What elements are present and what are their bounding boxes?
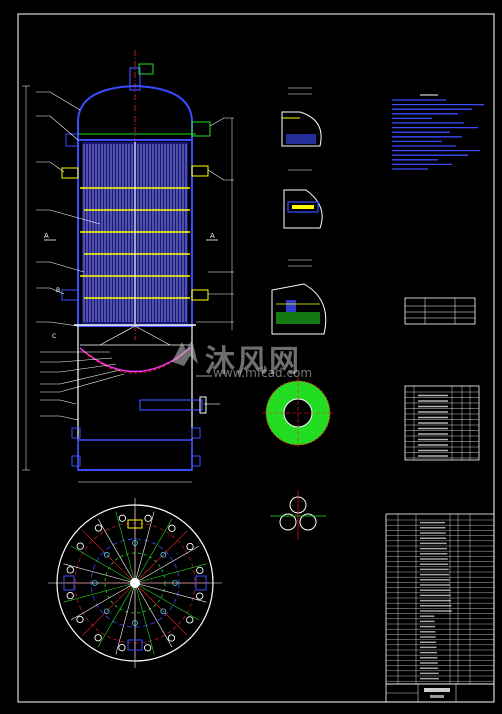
plan-ray xyxy=(97,582,136,648)
detail-3-outline xyxy=(271,283,327,335)
nozzle-left-top xyxy=(65,133,79,147)
nozzle-right-lower xyxy=(191,289,209,301)
nozzle-left-upper xyxy=(61,167,79,179)
plan-ray xyxy=(134,530,188,584)
plan-ray xyxy=(134,545,200,584)
bolt-hole xyxy=(76,542,84,550)
plan-ray xyxy=(70,582,136,621)
plan-ray xyxy=(134,582,173,648)
section-mark-b: B xyxy=(56,287,60,294)
bolt-hole xyxy=(186,616,194,624)
bolt-hole xyxy=(66,566,74,574)
plan-ray xyxy=(82,582,136,636)
bolt-hole xyxy=(94,524,103,532)
nozzle-right-bottom xyxy=(191,427,201,439)
parts-list xyxy=(385,513,495,685)
detail-3-plate xyxy=(276,312,320,324)
bolt-hole xyxy=(196,566,204,575)
support-strut-left xyxy=(99,325,136,346)
nozzle-left-bottom xyxy=(71,427,81,439)
tubesheet-plan xyxy=(48,498,222,668)
plan-ray xyxy=(134,582,188,636)
bolt-hole xyxy=(118,514,127,522)
section-mark-right-a: A xyxy=(210,232,215,240)
drain-right xyxy=(191,455,201,467)
watermark-logo xyxy=(172,340,198,366)
tube-pitch-circle-left xyxy=(279,513,297,531)
bolt-hole xyxy=(76,615,84,624)
bolt-hole xyxy=(143,644,152,652)
bolt-hole xyxy=(118,644,126,652)
bolt-hole xyxy=(94,634,102,642)
section-mark-c: C xyxy=(52,333,56,340)
section-mark-left-a: A xyxy=(44,232,49,240)
bolt-hole xyxy=(66,591,74,600)
detail-1-weld xyxy=(286,134,316,144)
plan-ray xyxy=(82,530,136,584)
plan-ray xyxy=(134,518,173,584)
detail-3-weld xyxy=(286,300,296,312)
nozzle-table xyxy=(404,385,480,461)
title-block xyxy=(385,683,495,703)
bolt-hole xyxy=(196,592,204,600)
watermark-url: www.mfcad.com xyxy=(213,366,313,380)
bolt-hole xyxy=(186,542,194,551)
plan-ray xyxy=(70,545,136,584)
drain-left xyxy=(71,455,81,467)
tube-pitch-circle-right xyxy=(299,513,317,531)
plan-ray xyxy=(134,582,155,655)
support-strut-right xyxy=(134,325,171,346)
bolt-hole xyxy=(144,514,152,522)
nozzle-right-upper xyxy=(191,165,209,177)
top-nozzle-flange xyxy=(138,63,154,75)
detail-2-gasket xyxy=(292,205,314,209)
bottom-box xyxy=(77,439,193,471)
plan-ray xyxy=(134,511,155,584)
technical-notes xyxy=(392,94,484,170)
bolt-hole xyxy=(168,524,176,532)
bolt-hole xyxy=(167,634,176,642)
plan-ray xyxy=(97,518,136,584)
outlet-pipe xyxy=(139,399,203,411)
small-table-1 xyxy=(404,297,476,325)
vessel-elevation: A A B C xyxy=(22,50,234,483)
plan-ray xyxy=(115,511,136,584)
nozzle-left-lower xyxy=(61,289,79,301)
outlet-flange xyxy=(199,396,207,414)
plan-ray xyxy=(115,582,136,655)
detail-views xyxy=(262,87,334,540)
plan-ray xyxy=(134,582,200,621)
drawing-sheet: A A B C 沐风网 www.mfcad.com xyxy=(0,0,502,710)
plan-center xyxy=(130,578,140,588)
